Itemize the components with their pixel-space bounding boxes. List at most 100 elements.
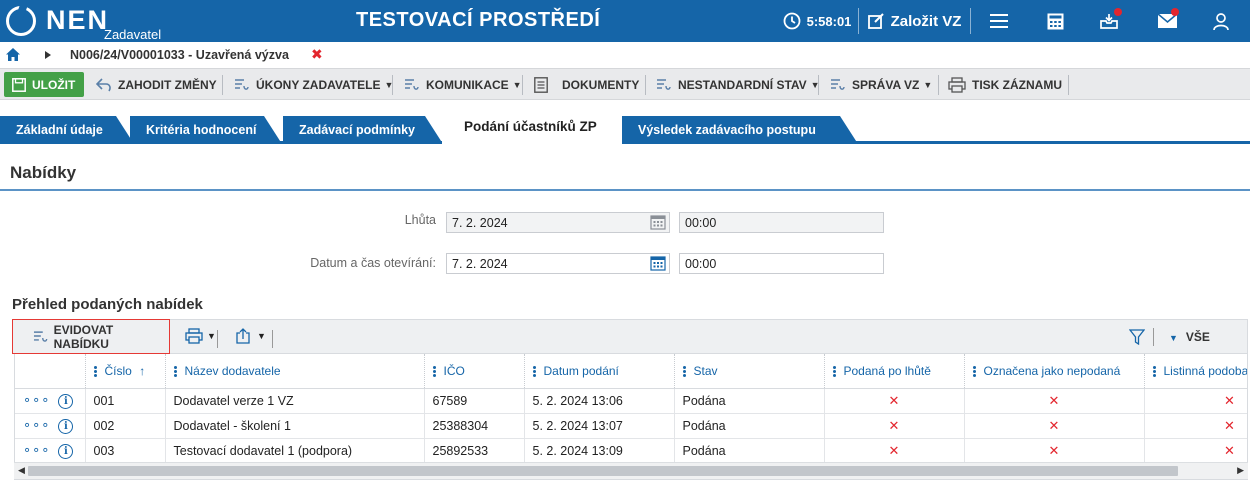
- tab-basic-info[interactable]: Základní údaje: [0, 116, 134, 144]
- opening-time-input[interactable]: 00:00: [679, 253, 884, 274]
- cross-icon: ✕: [1224, 392, 1235, 408]
- cell-ico: 67589: [424, 388, 525, 414]
- table-row[interactable]: ∘∘∘ i 003 Testovací dodavatel 1 (podpora)…: [15, 438, 1247, 464]
- column-menu-icon[interactable]: [532, 365, 536, 378]
- info-icon[interactable]: i: [58, 443, 74, 459]
- grid-toolbar-divider: [272, 330, 273, 348]
- register-offer-button[interactable]: EVIDOVAT NABÍDKU: [12, 319, 170, 354]
- save-label: ULOŽIT: [32, 77, 76, 92]
- column-header-ico[interactable]: IČO: [424, 354, 525, 389]
- table-row[interactable]: ∘∘∘ i 002 Dodavatel - školení 1 25388304 …: [15, 413, 1247, 439]
- documents-button[interactable]: DOKUMENTY: [534, 69, 639, 100]
- communication-menu-button[interactable]: KOMUNIKACE ▼: [404, 69, 522, 100]
- printer-icon: [185, 328, 203, 344]
- deadline-time-value: 00:00: [685, 216, 717, 230]
- grid-export-button[interactable]: ▼: [235, 328, 266, 349]
- vz-management-icon: [831, 78, 845, 90]
- column-menu-icon[interactable]: [832, 365, 836, 378]
- create-vz-button[interactable]: Založit VZ: [862, 0, 966, 42]
- export-icon: [236, 328, 250, 344]
- cell-status: Podána: [674, 438, 825, 464]
- vz-management-menu-button[interactable]: SPRÁVA VZ ▼: [830, 69, 932, 100]
- chevron-right-icon: [45, 51, 51, 59]
- save-button[interactable]: ULOŽIT: [4, 72, 84, 97]
- tab-evaluation-criteria[interactable]: Kritéria hodnocení: [130, 116, 282, 144]
- calculator-button[interactable]: [1040, 0, 1070, 42]
- cell-status: Podána: [674, 413, 825, 439]
- column-header-submission-date[interactable]: Datum podání: [524, 354, 675, 389]
- main-menu-button[interactable]: [984, 0, 1014, 42]
- row-menu-icon[interactable]: ∘∘∘: [23, 442, 50, 457]
- row-menu-icon[interactable]: ∘∘∘: [23, 417, 50, 432]
- scroll-right-icon[interactable]: ▶: [1237, 465, 1244, 476]
- grid-print-button[interactable]: ▼: [185, 328, 216, 349]
- column-header-late[interactable]: Podaná po lhůtě: [824, 354, 965, 389]
- column-header-paper-form[interactable]: Listinná podoba: [1144, 354, 1247, 389]
- column-header-number[interactable]: Číslo ↑: [85, 354, 166, 389]
- session-timer[interactable]: 5:58:01: [782, 0, 852, 42]
- column-menu-icon[interactable]: [93, 365, 97, 378]
- cell-paper-form: ✕: [1144, 413, 1247, 439]
- breadcrumb-current[interactable]: N006/24/V00001033 - Uzavřená výzva: [70, 48, 289, 62]
- cell-ico: 25892533: [424, 438, 525, 464]
- messages-notification-dot: [1171, 8, 1179, 16]
- toolbar-divider: [1068, 75, 1069, 95]
- messages-button[interactable]: [1152, 0, 1182, 42]
- offers-table: Číslo ↑ Název dodavatele IČO Datum podán…: [15, 354, 1247, 464]
- column-header-status[interactable]: Stav: [674, 354, 825, 389]
- communication-label: KOMUNIKACE: [426, 77, 509, 92]
- tab-participant-submissions[interactable]: Podání účastníků ZP: [442, 108, 622, 144]
- nen-logo[interactable]: NEN Zadavatel: [6, 3, 176, 42]
- register-list-icon: [33, 330, 48, 342]
- toolbar-divider: [645, 75, 646, 95]
- column-menu-icon[interactable]: [432, 365, 436, 378]
- environment-title: TESTOVACÍ PROSTŘEDÍ: [356, 9, 601, 31]
- tab-procurement-result[interactable]: Výsledek zadávacího postupu: [622, 116, 858, 144]
- row-actions: ∘∘∘ i: [15, 413, 86, 439]
- calendar-icon[interactable]: [650, 255, 666, 271]
- documents-label: DOKUMENTY: [562, 77, 640, 92]
- topbar-divider: [858, 8, 859, 34]
- deadline-time-field: 00:00: [679, 212, 884, 233]
- opening-date-value: 7. 2. 2024: [452, 257, 508, 271]
- discard-changes-button[interactable]: ZAHODIT ZMĚNY: [96, 69, 217, 100]
- nonstandard-state-menu-button[interactable]: NESTANDARDNÍ STAV ▼: [656, 69, 820, 100]
- top-bar: NEN Zadavatel TESTOVACÍ PROSTŘEDÍ 5:58:0…: [0, 0, 1250, 42]
- close-tab-icon[interactable]: ✖: [311, 46, 323, 63]
- info-icon[interactable]: i: [58, 418, 74, 434]
- grid-toolbar-divider: [217, 330, 218, 348]
- deadline-label: Lhůta: [404, 213, 436, 227]
- opening-date-input[interactable]: 7. 2. 2024: [446, 253, 670, 274]
- print-record-button[interactable]: TISK ZÁZNAMU: [948, 69, 1062, 100]
- cell-supplier: Dodavatel verze 1 VZ: [165, 388, 425, 414]
- cross-icon: ✕: [1048, 392, 1060, 408]
- cross-icon: ✕: [1224, 442, 1235, 458]
- chevron-down-icon: ▼: [257, 331, 266, 341]
- cell-number: 001: [85, 388, 166, 414]
- grid-view-selector[interactable]: ▼ VŠE: [1169, 330, 1210, 344]
- horizontal-scrollbar[interactable]: ◀ ▶: [14, 462, 1248, 479]
- chevron-down-icon: ▼: [1169, 333, 1178, 343]
- user-profile-button[interactable]: [1206, 0, 1236, 42]
- cell-marked-unsubmitted: ✕: [964, 438, 1145, 464]
- grid-filter-button[interactable]: [1128, 329, 1146, 350]
- column-menu-icon[interactable]: [1152, 365, 1156, 378]
- column-header-marked-unsubmitted[interactable]: Označena jako nepodaná: [964, 354, 1145, 389]
- actions-menu-button[interactable]: ÚKONY ZADAVATELE ▼: [234, 69, 393, 100]
- column-menu-icon[interactable]: [682, 365, 686, 378]
- table-row[interactable]: ∘∘∘ i 001 Dodavatel verze 1 VZ 67589 5. 2…: [15, 388, 1247, 414]
- deadline-date-field: 7. 2. 2024: [446, 212, 670, 233]
- tab-tender-conditions[interactable]: Zadávací podmínky: [283, 116, 443, 144]
- nen-logo-icon: [6, 6, 36, 36]
- scrollbar-thumb[interactable]: [28, 466, 1178, 476]
- column-menu-icon[interactable]: [972, 365, 976, 378]
- scroll-left-icon[interactable]: ◀: [18, 465, 25, 476]
- create-vz-label: Založit VZ: [890, 12, 962, 30]
- column-menu-icon[interactable]: [173, 365, 177, 378]
- inbox-button[interactable]: [1094, 0, 1124, 42]
- home-icon[interactable]: [6, 48, 20, 61]
- info-icon[interactable]: i: [58, 393, 74, 409]
- row-menu-icon[interactable]: ∘∘∘: [23, 392, 50, 407]
- column-header-supplier[interactable]: Název dodavatele: [165, 354, 425, 389]
- mail-icon: [1157, 14, 1177, 28]
